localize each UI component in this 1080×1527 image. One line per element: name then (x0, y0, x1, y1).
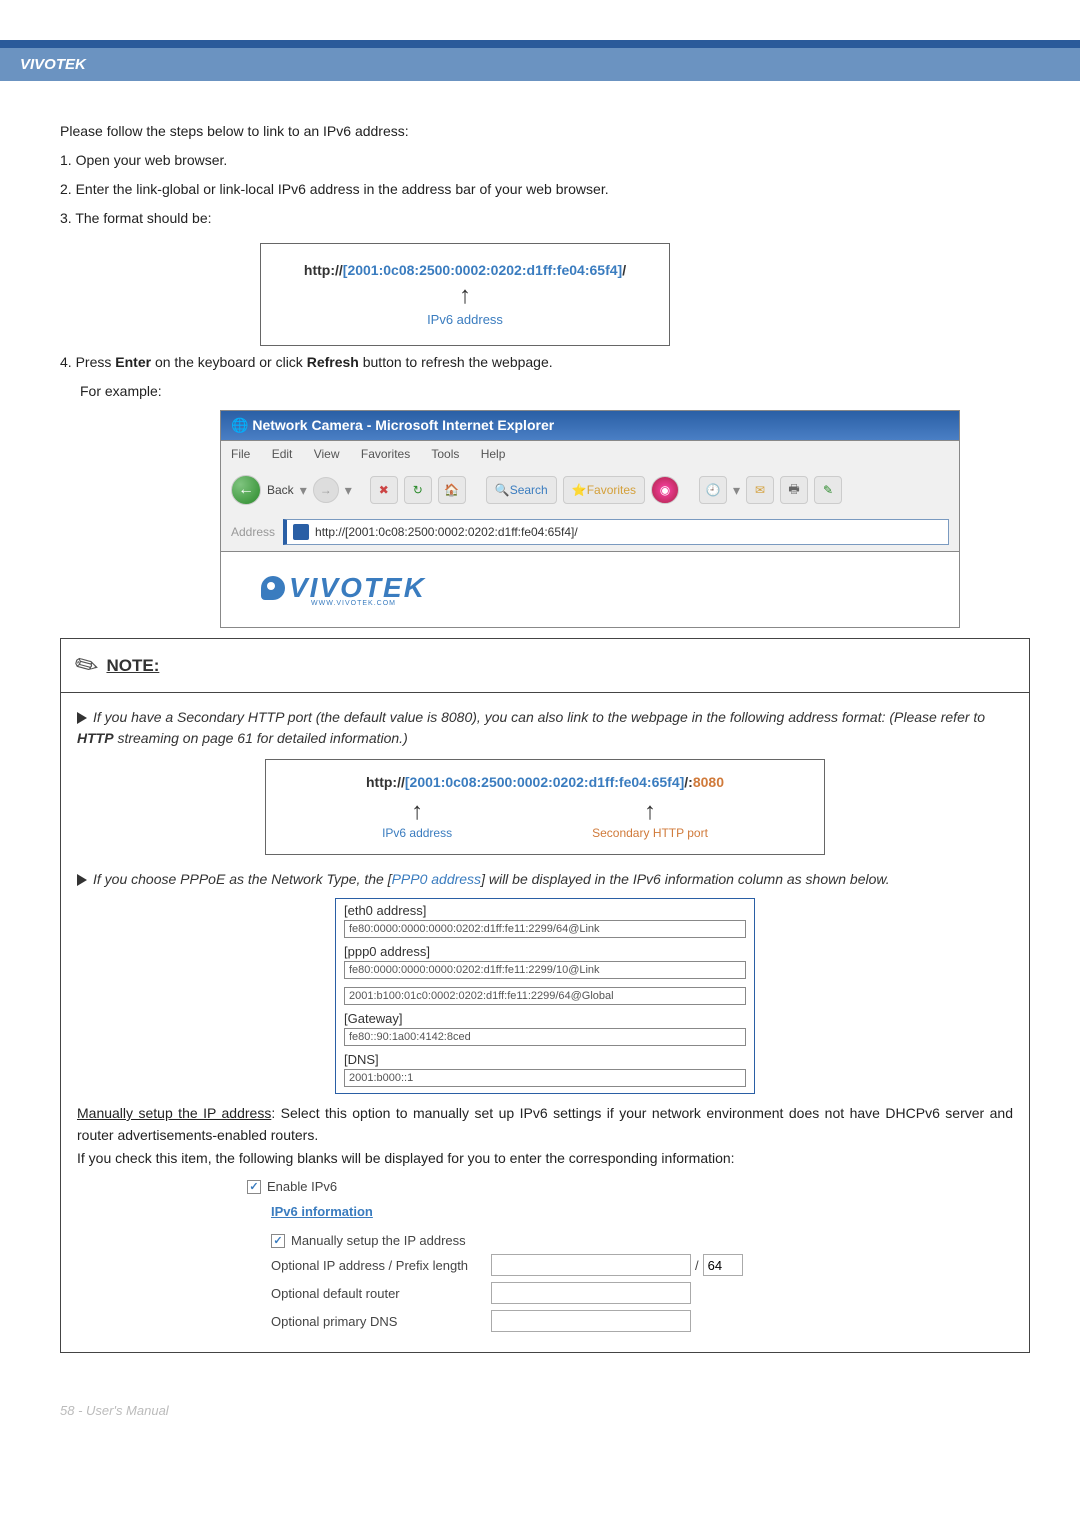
intro-line-0: Please follow the steps below to link to… (60, 121, 1030, 142)
enable-ipv6-label: Enable IPv6 (267, 1179, 337, 1194)
menu-favorites[interactable]: Favorites (361, 447, 410, 461)
ipv6-label-2: IPv6 address (382, 826, 452, 840)
press-text: Press (76, 354, 116, 370)
ppp0-value-1 (344, 961, 746, 979)
port-label: Secondary HTTP port (592, 826, 708, 840)
note-title: NOTE: (106, 656, 159, 676)
u2-port: 8080 (693, 774, 724, 790)
note-p2c: ] will be displayed in the IPv6 informat… (481, 871, 890, 887)
opt-router-input[interactable] (491, 1282, 691, 1304)
prefix-length-input[interactable] (703, 1254, 743, 1276)
gateway-header: [Gateway] (344, 1011, 746, 1026)
mail-button[interactable]: ✉ (746, 476, 774, 504)
ie-page-body: VIVOTEK WWW.VIVOTEK.COM (220, 552, 960, 628)
search-button[interactable]: 🔍 Search (486, 476, 557, 504)
menu-file[interactable]: File (231, 447, 250, 461)
back-label: Back (267, 483, 294, 497)
ie-toolbar: ← Back ▾ → ▾ ✖ ↻ 🏠 🔍 Search ⭐ Favorites … (220, 467, 960, 513)
eth0-header: [eth0 address] (344, 903, 746, 918)
dns-value (344, 1069, 746, 1087)
u2-prefix: http:// (366, 774, 405, 790)
media-button[interactable]: ◉ (651, 476, 679, 504)
ppp0-value-2 (344, 987, 746, 1005)
edit-button[interactable]: ✎ (814, 476, 842, 504)
print-button[interactable]: 🖶 (780, 476, 808, 504)
triangle-bullet-icon (77, 712, 87, 724)
dns-header: [DNS] (344, 1052, 746, 1067)
arrow-up-icon: ↑ (301, 282, 629, 310)
ipv6-info-panel: [eth0 address] [ppp0 address] [Gateway] … (335, 898, 755, 1094)
opt-ip-label: Optional IP address / Prefix length (271, 1258, 491, 1273)
menu-help[interactable]: Help (481, 447, 506, 461)
url-suffix: / (622, 262, 626, 278)
arrow-up-icon-2: ↑ (382, 798, 452, 826)
note-p1c: streaming on page 61 for detailed inform… (114, 730, 408, 746)
example-label: For example: (80, 381, 1030, 402)
address-label: Address (231, 525, 275, 539)
arrow-up-icon-3: ↑ (592, 798, 708, 826)
ipv6-addr: 2001:0c08:2500:0002:0202:d1ff:fe04:65f4 (347, 262, 617, 278)
ie-title-bar: 🌐 Network Camera - Microsoft Internet Ex… (220, 410, 960, 441)
url-format-box-1: http://[2001:0c08:2500:0002:0202:d1ff:fe… (260, 243, 670, 346)
url-format-box-2: http://[2001:0c08:2500:0002:0202:d1ff:fe… (265, 759, 825, 855)
menu-edit[interactable]: Edit (272, 447, 293, 461)
brand-header: VIVOTEK (0, 40, 1080, 81)
ie-page-icon (293, 524, 309, 540)
stop-button[interactable]: ✖ (370, 476, 398, 504)
back-button[interactable]: ← (231, 475, 261, 505)
opt-router-label: Optional default router (271, 1286, 491, 1301)
ppp0-addr-ref: PPP0 address (392, 871, 482, 887)
pencil-icon: ✎ (68, 645, 105, 685)
address-input[interactable]: http://[2001:0c08:2500:0002:0202:d1ff:fe… (283, 519, 949, 545)
intro-line-1: 1. Open your web browser. (60, 150, 1030, 171)
note-p2a: If you choose PPPoE as the Network Type,… (93, 871, 392, 887)
manual-ip-label: Manually setup the IP address (291, 1233, 466, 1248)
enable-ipv6-checkbox[interactable]: ✓ (247, 1180, 261, 1194)
intro-line-2: 2. Enter the link-global or link-local I… (60, 179, 1030, 200)
url-prefix: http:// (304, 262, 343, 278)
refresh-button[interactable]: ↻ (404, 476, 432, 504)
refresh-btn-ref: Refresh (307, 354, 359, 370)
menu-tools[interactable]: Tools (431, 447, 459, 461)
ipv6-information-link[interactable]: IPv6 information (271, 1204, 373, 1219)
manual-setup-line2: If you check this item, the following bl… (77, 1147, 1013, 1169)
ipv6-label: IPv6 address (301, 312, 629, 327)
menu-view[interactable]: View (314, 447, 340, 461)
ppp0-header: [ppp0 address] (344, 944, 746, 959)
note-box: ✎ NOTE: If you have a Secondary HTTP por… (60, 638, 1030, 1353)
eth0-value (344, 920, 746, 938)
ie-address-bar: Address http://[2001:0c08:2500:0002:0202… (220, 513, 960, 552)
note-p1a: If you have a Secondary HTTP port (the d… (93, 709, 985, 725)
intro-line-3: 3. The format should be: (60, 208, 1030, 229)
opt-ip-input[interactable] (491, 1254, 691, 1276)
ie-menu-bar: File Edit View Favorites Tools Help (220, 441, 960, 467)
manual-setup-title: Manually setup the IP address (77, 1105, 271, 1121)
opt-dns-input[interactable] (491, 1310, 691, 1332)
ie-screenshot: 🌐 Network Camera - Microsoft Internet Ex… (220, 410, 960, 628)
forward-button[interactable]: → (313, 477, 339, 503)
address-value: http://[2001:0c08:2500:0002:0202:d1ff:fe… (315, 525, 578, 539)
note-http: HTTP (77, 730, 114, 746)
tail-text: button to refresh the webpage. (359, 354, 553, 370)
step-4: 4. Press Enter on the keyboard or click … (60, 352, 1030, 373)
vivotek-eye-icon (261, 576, 285, 600)
u2-sep: /: (684, 774, 693, 790)
u2-addr: 2001:0c08:2500:0002:0202:d1ff:fe04:65f4 (410, 774, 680, 790)
enter-key: Enter (115, 354, 151, 370)
manual-ip-checkbox[interactable]: ✓ (271, 1234, 285, 1248)
gateway-value (344, 1028, 746, 1046)
opt-dns-label: Optional primary DNS (271, 1314, 491, 1329)
triangle-bullet-icon-2 (77, 874, 87, 886)
mid-text: on the keyboard or click (151, 354, 307, 370)
home-button[interactable]: 🏠 (438, 476, 466, 504)
page-footer: 58 - User's Manual (0, 1383, 1080, 1448)
favorites-button[interactable]: ⭐ Favorites (563, 476, 645, 504)
history-button[interactable]: 🕘 (699, 476, 727, 504)
